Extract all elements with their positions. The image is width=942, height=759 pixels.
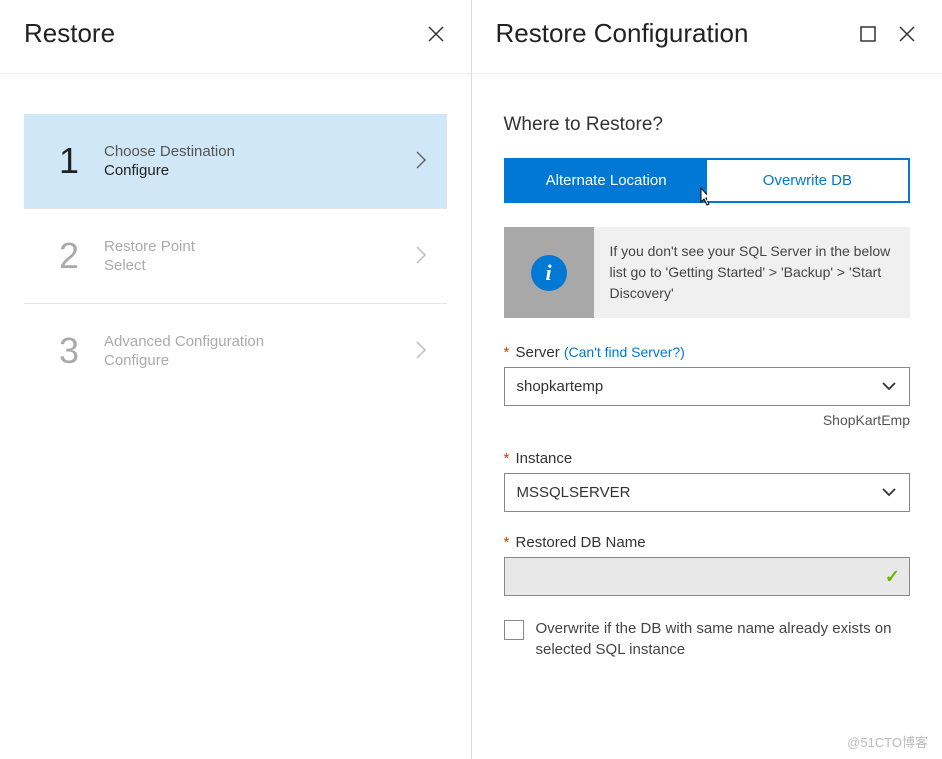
restore-config-panel: Restore Configuration Where to Restore? …: [472, 0, 942, 759]
where-to-restore-heading: Where to Restore?: [504, 114, 911, 136]
step-number: 3: [44, 330, 94, 372]
close-icon[interactable]: [425, 23, 447, 45]
instance-value: MSSQLSERVER: [517, 484, 631, 501]
required-asterisk: *: [504, 450, 510, 467]
restore-panel-header: Restore: [0, 0, 471, 74]
cant-find-server-link[interactable]: (Can't find Server?): [564, 344, 685, 360]
overwrite-checkbox-row: Overwrite if the DB with same name alrea…: [504, 618, 911, 660]
step-choose-destination[interactable]: 1 Choose Destination Configure: [24, 114, 447, 209]
dbname-input[interactable]: [504, 557, 911, 596]
close-icon[interactable]: [896, 23, 918, 45]
step-sublabel: Configure: [104, 162, 415, 179]
step-text: Restore Point Select: [94, 238, 415, 274]
step-text: Choose Destination Configure: [94, 143, 415, 179]
dbname-label-text: Restored DB Name: [516, 534, 646, 551]
restore-steps: 1 Choose Destination Configure 2 Restore…: [0, 74, 471, 759]
step-label: Restore Point: [104, 238, 415, 255]
step-label: Advanced Configuration: [104, 333, 415, 350]
server-label: * Server (Can't find Server?): [504, 344, 911, 361]
dbname-field: * Restored DB Name ✓: [504, 534, 911, 596]
restore-config-title: Restore Configuration: [496, 18, 749, 49]
step-label: Choose Destination: [104, 143, 415, 160]
info-icon: i: [531, 255, 567, 291]
server-field: * Server (Can't find Server?) shopkartem…: [504, 344, 911, 428]
chevron-right-icon: [415, 340, 427, 363]
maximize-icon[interactable]: [858, 24, 878, 44]
app-root: Restore 1 Choose Destination Configure 2: [0, 0, 942, 759]
info-text: If you don't see your SQL Server in the …: [594, 227, 911, 318]
instance-select[interactable]: MSSQLSERVER: [504, 473, 911, 512]
info-icon-wrap: i: [504, 227, 594, 318]
step-restore-point[interactable]: 2 Restore Point Select: [24, 209, 447, 304]
restore-panel: Restore 1 Choose Destination Configure 2: [0, 0, 472, 759]
restore-panel-actions: [425, 23, 447, 45]
watermark: @51CTO博客: [847, 732, 928, 751]
instance-field: * Instance MSSQLSERVER: [504, 450, 911, 512]
step-number: 1: [44, 140, 94, 182]
instance-label: * Instance: [504, 450, 911, 467]
chevron-right-icon: [415, 245, 427, 268]
overwrite-db-button[interactable]: Overwrite DB: [707, 160, 908, 201]
step-advanced-configuration[interactable]: 3 Advanced Configuration Configure: [24, 304, 447, 398]
check-icon: ✓: [885, 566, 900, 587]
restore-location-toggle: Alternate Location Overwrite DB: [504, 158, 911, 203]
required-asterisk: *: [504, 344, 510, 361]
server-value: shopkartemp: [517, 378, 604, 395]
overwrite-checkbox-label: Overwrite if the DB with same name alrea…: [536, 618, 911, 660]
step-sublabel: Select: [104, 257, 415, 274]
restore-config-actions: [858, 23, 918, 45]
server-label-text: Server: [516, 344, 560, 361]
dbname-input-wrap: ✓: [504, 557, 911, 596]
step-number: 2: [44, 235, 94, 277]
required-asterisk: *: [504, 534, 510, 551]
alternate-location-button[interactable]: Alternate Location: [506, 160, 707, 201]
dbname-label: * Restored DB Name: [504, 534, 911, 551]
step-text: Advanced Configuration Configure: [94, 333, 415, 369]
info-box: i If you don't see your SQL Server in th…: [504, 227, 911, 318]
step-sublabel: Configure: [104, 352, 415, 369]
chevron-down-icon: [881, 484, 897, 501]
restore-config-body: Where to Restore? Alternate Location Ove…: [472, 74, 942, 759]
instance-label-text: Instance: [516, 450, 573, 467]
toggle-label: Alternate Location: [546, 172, 667, 189]
server-select[interactable]: shopkartemp: [504, 367, 911, 406]
overwrite-checkbox[interactable]: [504, 620, 524, 640]
restore-config-header: Restore Configuration: [472, 0, 942, 74]
restore-title: Restore: [24, 18, 115, 49]
chevron-right-icon: [415, 150, 427, 173]
chevron-down-icon: [881, 378, 897, 395]
server-helper: ShopKartEmp: [504, 412, 911, 428]
